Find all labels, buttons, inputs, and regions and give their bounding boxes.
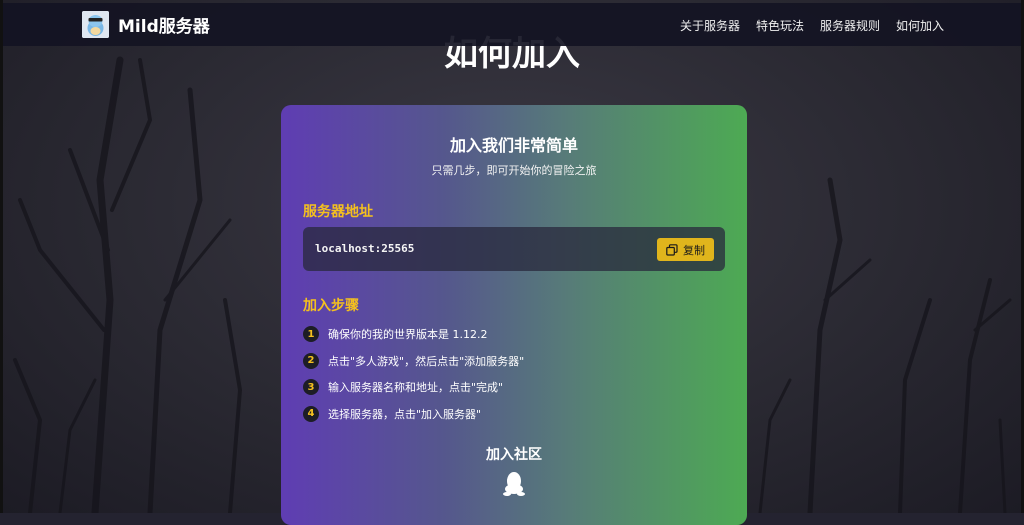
join-card: 加入我们非常简单 只需几步，即可开始你的冒险之旅 服务器地址 localhost… <box>281 105 747 525</box>
nav-link-rules[interactable]: 服务器规则 <box>820 17 880 34</box>
step-number: 3 <box>303 379 319 396</box>
nav-link-about[interactable]: 关于服务器 <box>680 17 740 34</box>
navbar: Mild服务器 关于服务器 特色玩法 服务器规则 如何加入 <box>3 3 1021 46</box>
step-item: 4 选择服务器，点击"加入服务器" <box>303 401 524 428</box>
step-text: 输入服务器名称和地址，点击"完成" <box>328 381 504 395</box>
step-item: 3 输入服务器名称和地址，点击"完成" <box>303 374 524 401</box>
card-subtitle: 只需几步，即可开始你的冒险之旅 <box>431 164 597 177</box>
server-address-box: localhost:25565 复制 <box>303 227 725 271</box>
step-number: 2 <box>303 352 319 369</box>
address-heading: 服务器地址 <box>303 204 373 220</box>
step-number: 4 <box>303 405 319 422</box>
step-number: 1 <box>303 326 319 343</box>
nav-menu: 关于服务器 特色玩法 服务器规则 如何加入 <box>680 17 944 34</box>
brand-title: Mild服务器 <box>118 17 210 37</box>
step-item: 1 确保你的我的世界版本是 1.12.2 <box>303 321 524 348</box>
card-title: 加入我们非常简单 <box>449 136 578 155</box>
logo-icon <box>82 11 109 38</box>
qq-icon[interactable] <box>502 471 526 497</box>
copy-button[interactable]: 复制 <box>657 238 714 261</box>
step-text: 选择服务器，点击"加入服务器" <box>328 407 482 421</box>
copy-label: 复制 <box>683 243 705 257</box>
copy-icon <box>666 243 678 256</box>
nav-link-join[interactable]: 如何加入 <box>896 17 944 34</box>
server-address[interactable]: localhost:25565 <box>315 242 414 255</box>
step-text: 点击"多人游戏"，然后点击"添加服务器" <box>328 354 525 368</box>
nav-link-features[interactable]: 特色玩法 <box>756 17 804 34</box>
step-item: 2 点击"多人游戏"，然后点击"添加服务器" <box>303 348 524 375</box>
brand[interactable]: Mild服务器 <box>82 11 210 38</box>
community-heading: 加入社区 <box>486 447 542 463</box>
steps-heading: 加入步骤 <box>303 298 359 314</box>
step-text: 确保你的我的世界版本是 1.12.2 <box>328 328 488 342</box>
steps-list: 1 确保你的我的世界版本是 1.12.2 2 点击"多人游戏"，然后点击"添加服… <box>303 321 524 427</box>
